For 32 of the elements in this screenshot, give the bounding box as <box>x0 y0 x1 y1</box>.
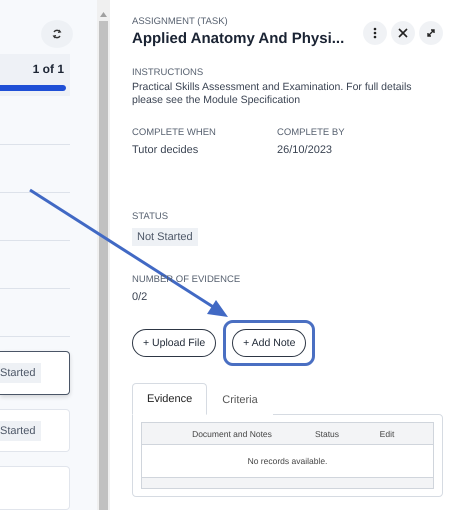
status-badge: Started <box>0 363 42 384</box>
add-note-button[interactable]: + Add Note <box>232 329 306 358</box>
status-badge: Started <box>0 420 42 441</box>
field-label: COMPLETE BY <box>277 127 346 138</box>
progress-label: 1 of 1 <box>32 62 64 76</box>
status-label: STATUS <box>132 211 170 222</box>
column-header: Document and Notes <box>191 428 273 439</box>
tab[interactable]: Evidence <box>132 383 208 416</box>
task-card[interactable]: Started <box>0 408 70 452</box>
scrollbar[interactable] <box>97 0 110 510</box>
field-value: 26/10/2023 <box>277 144 334 156</box>
refresh-icon <box>52 28 62 40</box>
task-title: Applied Anatomy And Physi... <box>132 30 344 47</box>
empty-message: No records available. <box>246 456 328 466</box>
close-icon <box>398 28 408 38</box>
close-button[interactable] <box>391 21 415 45</box>
instructions-label: INSTRUCTIONS <box>132 67 204 78</box>
field-label: COMPLETE WHEN <box>132 127 217 138</box>
expand-icon <box>426 28 436 38</box>
status-badge: Not Started <box>132 228 198 246</box>
expand-button[interactable] <box>419 21 443 45</box>
refresh-button[interactable] <box>41 20 73 48</box>
field-value: Tutor decides <box>132 144 200 156</box>
column-header: Status <box>314 428 340 439</box>
task-card[interactable]: Started <box>0 351 70 395</box>
more-button[interactable] <box>363 21 387 45</box>
type-label: ASSIGNMENT (TASK) <box>132 16 229 27</box>
instructions-text: Practical Skills Assessment and Examination. For full details please see the Module Specification <box>132 81 413 108</box>
evidence-count: 0/2 <box>132 291 148 304</box>
more-icon <box>373 27 377 39</box>
column-header: Edit <box>378 428 396 439</box>
upload-file-button[interactable]: + Upload File <box>132 329 216 358</box>
